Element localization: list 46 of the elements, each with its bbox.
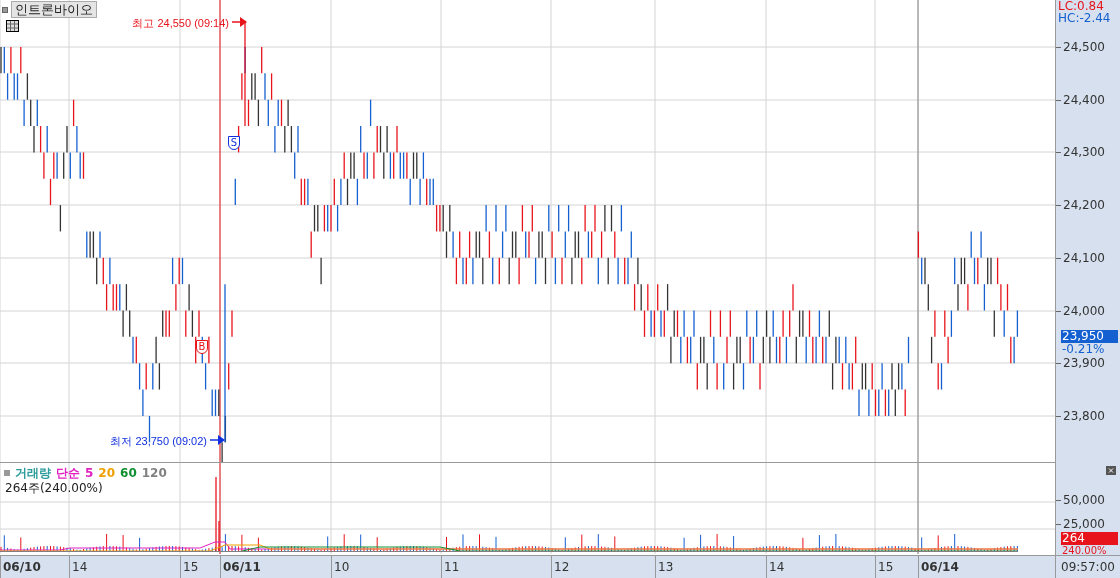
legend-label: 단순 [56,465,80,482]
price-tick-label: 23,900 [1063,356,1105,370]
table-icon[interactable] [6,20,19,32]
legend-label: 120 [141,465,167,482]
legend-label: 20 [98,465,116,482]
legend-label: 60 [120,465,137,482]
lc-value: LC:0.84 [1058,0,1104,13]
current-time: 09:57:00 [1060,559,1115,576]
legend-label: 거래량 [15,465,51,482]
stock-name: 인트론바이오 [11,1,97,18]
trade-marker: B [196,340,208,354]
price-tick-label: 24,500 [1063,40,1105,54]
price-tick-label: 24,300 [1063,145,1105,159]
price-tick-label: 24,100 [1063,251,1105,265]
time-axis-label: 15 [878,560,894,574]
time-axis-label: 13 [658,560,674,574]
current-price-badge: 23,950 [1061,330,1118,343]
time-axis-label: 14 [769,560,785,574]
high-price-label: 최고 24,550 (09:14) [132,16,229,31]
volume-summary: 264주(240.00%) [5,480,103,497]
time-axis-label: 15 [183,560,199,574]
time-axis-label: 06/11 [223,560,261,574]
current-volume-badge: 264 [1061,532,1118,545]
time-axis-label: 12 [554,560,570,574]
trade-marker: S [228,136,240,150]
square-icon [2,6,8,13]
time-axis-label: 06/10 [3,560,41,574]
arrow-icon [209,435,225,445]
price-change: -0.21% [1062,343,1105,355]
time-axis-label: 14 [72,560,88,574]
close-icon[interactable] [1106,466,1116,475]
legend-label: 5 [85,465,94,482]
hc-value: HC:-2.44 [1058,12,1111,25]
price-tick-label: 24,200 [1063,198,1105,212]
time-axis-label: 11 [444,560,460,574]
price-tick-label: 24,000 [1063,304,1105,318]
volume-ratio: 240.00% [1062,545,1107,556]
price-tick-label: 23,800 [1063,409,1105,423]
square-icon [4,470,10,476]
volume-tick-label: 25,000 [1063,517,1105,531]
low-price-label: 최저 23,750 (09:02) [110,434,207,449]
volume-tick-label: 50,000 [1063,493,1105,507]
time-axis-label: 10 [334,560,350,574]
time-axis-label: 06/14 [921,560,959,574]
arrow-icon [231,17,247,27]
price-tick-label: 24,400 [1063,93,1105,107]
